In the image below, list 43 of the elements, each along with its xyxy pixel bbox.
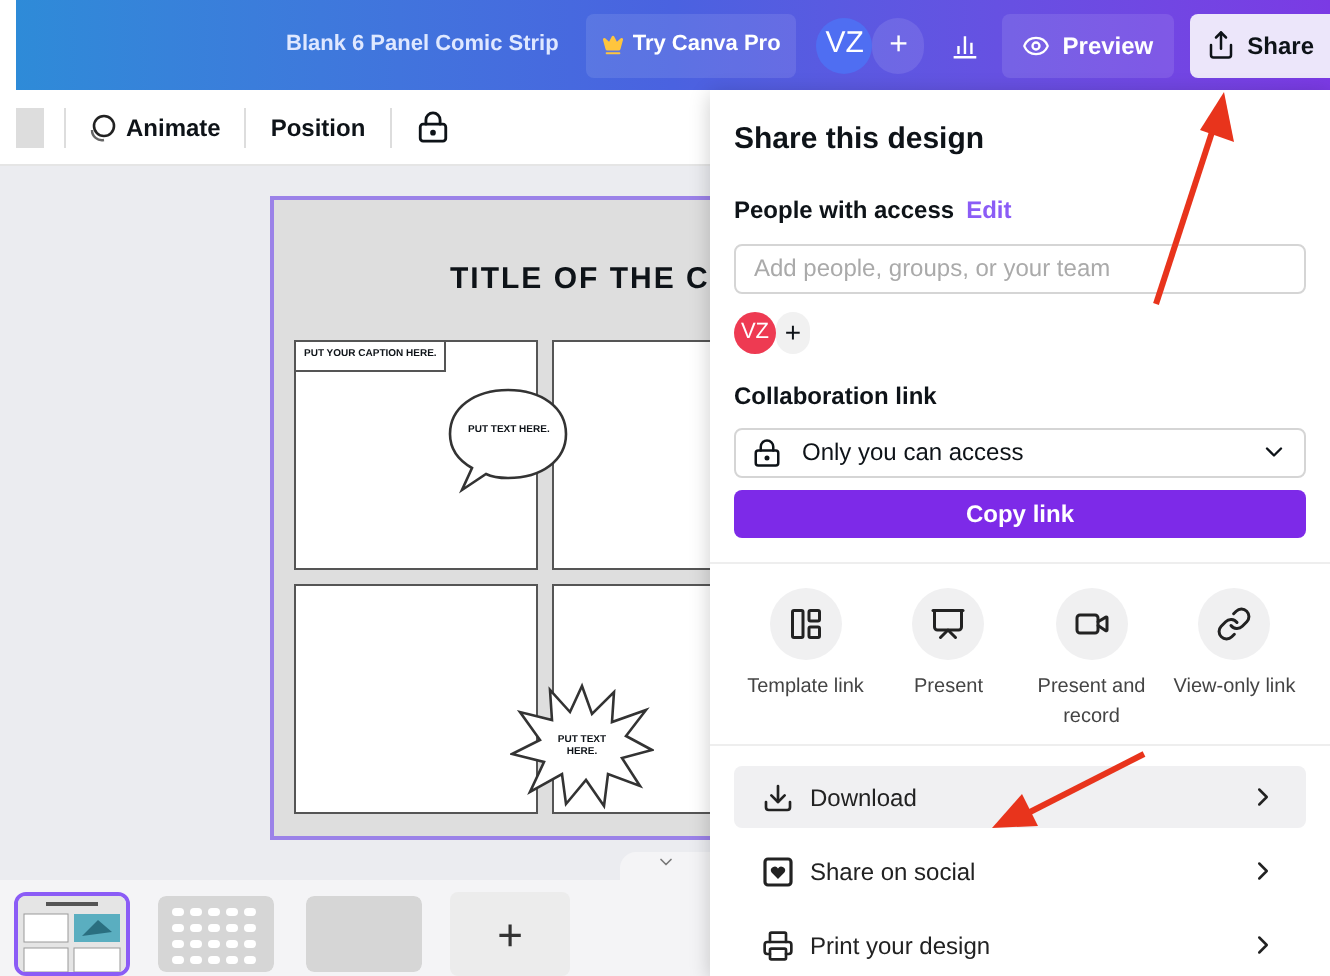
animate-button[interactable]: Animate — [86, 109, 221, 145]
color-swatch[interactable] — [16, 107, 44, 147]
crown-icon — [602, 34, 625, 56]
animate-icon — [86, 111, 118, 143]
collaboration-label: Collaboration link — [734, 379, 939, 414]
comic-thumbnail-drawing — [18, 896, 126, 972]
add-page-button[interactable]: + — [450, 892, 570, 976]
collapse-tab[interactable] — [620, 852, 710, 880]
copy-link-button[interactable]: Copy link — [734, 489, 1306, 538]
access-dropdown[interactable]: Only you can access — [734, 427, 1306, 478]
lock-icon[interactable] — [415, 110, 450, 144]
blank-thumbnail — [306, 896, 422, 972]
user-avatar[interactable]: VZ — [816, 17, 873, 73]
share-action[interactable]: Present — [877, 588, 1020, 732]
design-title[interactable]: Blank 6 Panel Comic Strip — [286, 28, 559, 62]
printer-icon — [762, 929, 794, 961]
presentation-icon — [930, 606, 967, 642]
link-icon — [1216, 606, 1253, 642]
preview-button[interactable]: Preview — [1002, 13, 1174, 77]
burst-shape — [510, 682, 654, 810]
add-member-button[interactable]: + — [776, 311, 810, 354]
share-action[interactable]: Template link — [734, 588, 877, 732]
add-collaborator-button[interactable]: + — [872, 17, 925, 73]
people-label: People with access — [734, 193, 955, 227]
member-avatar: VZ — [734, 311, 776, 354]
layout-icon — [787, 606, 824, 642]
page-thumbnail[interactable] — [302, 892, 426, 976]
share-icon — [1205, 30, 1236, 60]
comic-title: TITLE OF THE C — [450, 262, 710, 296]
page-thumbnail[interactable] — [14, 892, 130, 976]
page-thumbnail[interactable] — [154, 892, 278, 976]
share-action[interactable]: View-only link — [1163, 588, 1306, 732]
share-menu-item[interactable]: Download — [734, 766, 1306, 828]
panel-title: Share this design — [734, 120, 987, 160]
people-input-field[interactable]: Add people, groups, or your team — [734, 243, 1306, 294]
download-icon — [762, 781, 794, 813]
try-pro-button[interactable]: Try Canva Pro — [586, 13, 797, 77]
position-button[interactable]: Position — [270, 109, 366, 145]
share-action[interactable]: Present and record — [1020, 588, 1163, 732]
edit-link[interactable]: Edit — [966, 191, 1012, 227]
eye-icon — [1022, 31, 1051, 59]
share-button[interactable]: Share — [1189, 13, 1330, 77]
lock-icon — [752, 437, 782, 468]
